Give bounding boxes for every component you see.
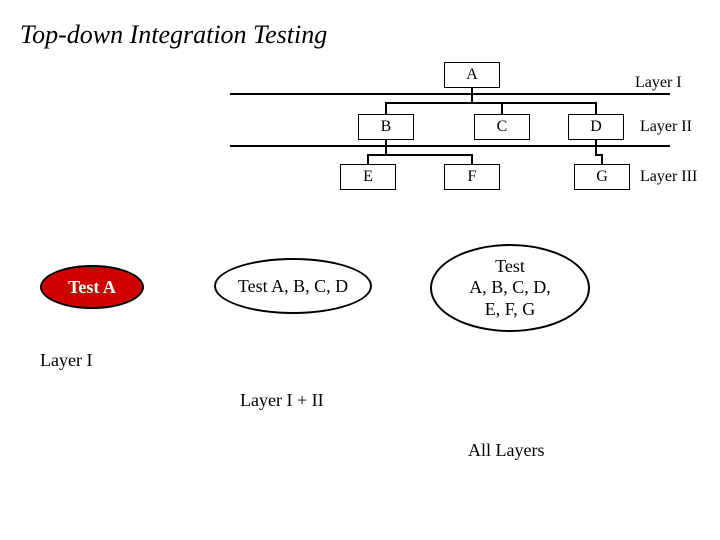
test-line: Test bbox=[495, 256, 525, 278]
connector bbox=[367, 154, 472, 156]
node-c: C bbox=[474, 114, 530, 140]
test-ellipse-abcd: Test A, B, C, D bbox=[214, 258, 372, 314]
node-a: A bbox=[444, 62, 500, 88]
connector bbox=[471, 88, 473, 102]
connector bbox=[601, 154, 603, 164]
connector bbox=[385, 102, 596, 104]
phase-layer1-2: Layer I + II bbox=[240, 390, 324, 411]
divider-layer1 bbox=[230, 93, 670, 95]
node-e: E bbox=[340, 164, 396, 190]
connector bbox=[595, 140, 597, 154]
label-layer2: Layer II bbox=[640, 118, 692, 136]
connector bbox=[385, 102, 387, 114]
node-g: G bbox=[574, 164, 630, 190]
test-ellipse-all: Test A, B, C, D, E, F, G bbox=[430, 244, 590, 332]
connector bbox=[385, 140, 387, 154]
phase-layer1: Layer I bbox=[40, 350, 92, 371]
page-title: Top-down Integration Testing bbox=[20, 20, 327, 50]
label-layer3: Layer III bbox=[640, 168, 697, 186]
test-line: A, B, C, D, bbox=[469, 277, 551, 299]
test-line: E, F, G bbox=[485, 299, 536, 321]
phase-all-layers: All Layers bbox=[468, 440, 544, 461]
connector bbox=[471, 154, 473, 164]
connector bbox=[501, 102, 503, 114]
label-layer1: Layer I bbox=[635, 74, 682, 92]
node-f: F bbox=[444, 164, 500, 190]
divider-layer2 bbox=[230, 145, 670, 147]
test-ellipse-a: Test A bbox=[40, 265, 144, 309]
connector bbox=[595, 102, 597, 114]
node-d: D bbox=[568, 114, 624, 140]
connector bbox=[367, 154, 369, 164]
node-b: B bbox=[358, 114, 414, 140]
